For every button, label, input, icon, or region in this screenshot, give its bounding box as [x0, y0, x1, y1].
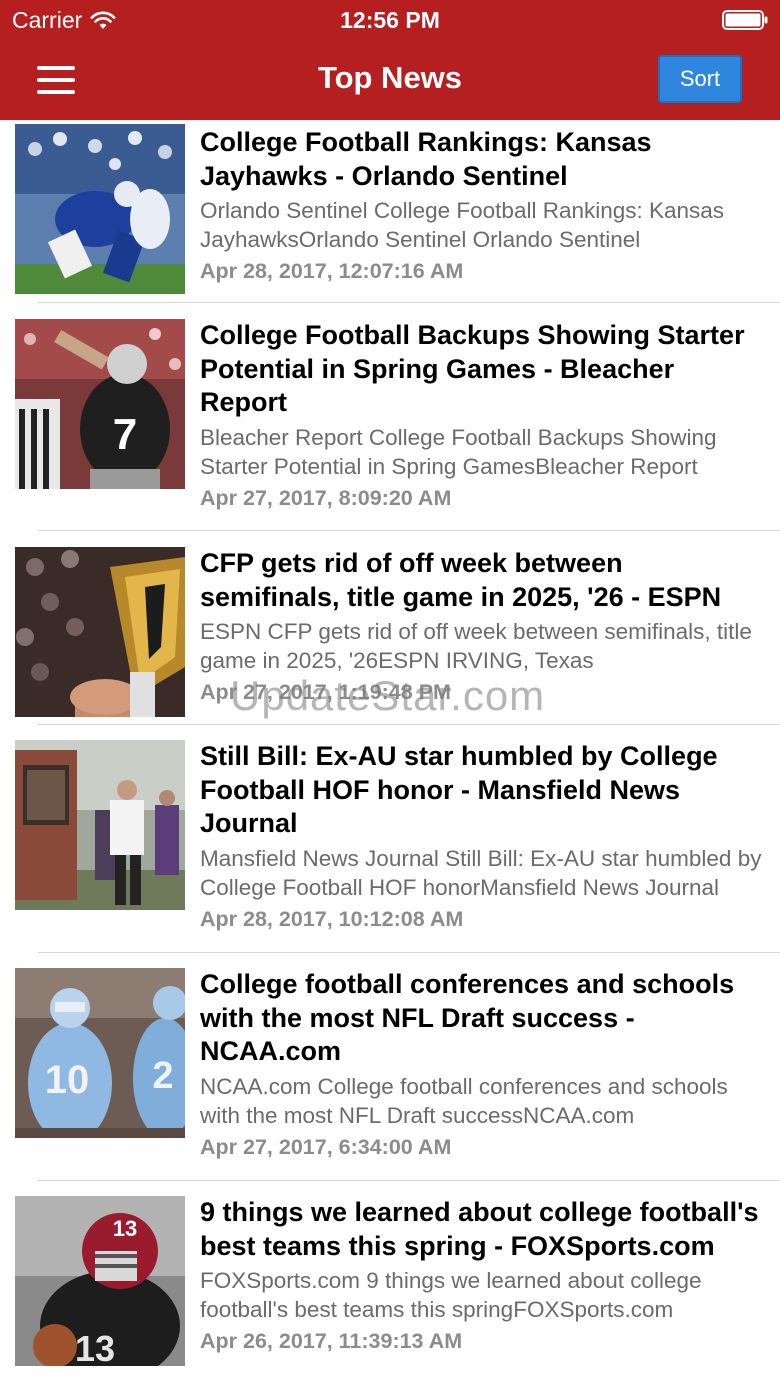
header: Carrier 12:56 PM Top News Sort [0, 0, 780, 120]
article-title[interactable]: 9 things we learned about college footba… [200, 1196, 765, 1263]
article-title[interactable]: College football conferences and schools… [200, 968, 765, 1069]
quarterback-throwing-photo: 7 [15, 319, 185, 489]
ceremony-photo [15, 740, 185, 910]
article-title[interactable]: CFP gets rid of off week between semifin… [200, 547, 765, 614]
football-player-photo [15, 124, 185, 294]
article-title[interactable]: College Football Rankings: Kansas Jayhaw… [200, 126, 765, 193]
article-title[interactable]: College Football Backups Showing Starter… [200, 319, 765, 420]
nav-bar: Top News Sort [0, 40, 780, 120]
article-date: Apr 27, 2017, 8:09:20 AM [200, 486, 452, 511]
article-snippet: Mansfield News Journal Still Bill: Ex-AU… [200, 846, 762, 901]
article-thumbnail[interactable] [15, 547, 185, 717]
article-snippet: ESPN CFP gets rid of off week between se… [200, 619, 752, 674]
article-title[interactable]: Still Bill: Ex-AU star humbled by Colleg… [200, 740, 765, 841]
news-item[interactable]: Still Bill: Ex-AU star humbled by Colleg… [0, 725, 780, 953]
article-content: CFP gets rid of off week between semifin… [200, 547, 765, 706]
status-bar: Carrier 12:56 PM [0, 0, 780, 40]
article-content: College football conferences and schools… [200, 968, 765, 1161]
carolina-players-photo: 10 2 [15, 968, 185, 1138]
app-screen: Carrier 12:56 PM Top News Sort College F… [0, 0, 780, 1387]
news-item[interactable]: 10 2 College football conferences and sc… [0, 953, 780, 1181]
svg-text:10: 10 [45, 1058, 90, 1102]
article-date: Apr 28, 2017, 12:07:16 AM [200, 259, 464, 284]
trophy-photo [15, 547, 185, 717]
article-thumbnail[interactable]: 10 2 [15, 968, 185, 1138]
article-thumbnail[interactable] [15, 740, 185, 910]
article-thumbnail[interactable]: 7 [15, 319, 185, 489]
article-content: College Football Rankings: Kansas Jayhaw… [200, 126, 765, 285]
article-date: Apr 27, 2017, 1:19:48 PM [200, 680, 451, 705]
article-date: Apr 26, 2017, 11:39:13 AM [200, 1329, 463, 1354]
news-item[interactable]: College Football Rankings: Kansas Jayhaw… [0, 120, 780, 303]
svg-text:13: 13 [113, 1216, 137, 1241]
alabama-player-photo: 13 13 [15, 1196, 185, 1366]
news-list: College Football Rankings: Kansas Jayhaw… [0, 120, 780, 1387]
article-content: 9 things we learned about college footba… [200, 1196, 765, 1355]
news-item[interactable]: 13 13 9 things we learned about college … [0, 1181, 780, 1387]
article-snippet: Orlando Sentinel College Football Rankin… [200, 198, 725, 253]
article-snippet: FOXSports.com 9 things we learned about … [200, 1268, 702, 1323]
article-content: College Football Backups Showing Starter… [200, 319, 765, 512]
news-item[interactable]: 7 College Football Backups Showing Start… [0, 303, 780, 531]
sort-button[interactable]: Sort [658, 55, 742, 103]
article-date: Apr 27, 2017, 6:34:00 AM [200, 1135, 452, 1160]
battery-icon [722, 10, 768, 30]
svg-text:2: 2 [152, 1055, 173, 1097]
news-item[interactable]: CFP gets rid of off week between semifin… [0, 531, 780, 725]
svg-text:13: 13 [75, 1328, 115, 1366]
article-snippet: Bleacher Report College Football Backups… [200, 425, 717, 480]
status-time: 12:56 PM [340, 7, 440, 33]
article-thumbnail[interactable] [15, 124, 185, 294]
article-content: Still Bill: Ex-AU star humbled by Colleg… [200, 740, 765, 933]
menu-button[interactable] [26, 52, 86, 108]
hamburger-menu-icon [37, 66, 75, 94]
article-date: Apr 28, 2017, 10:12:08 AM [200, 907, 464, 932]
svg-text:7: 7 [113, 410, 137, 459]
article-thumbnail[interactable]: 13 13 [15, 1196, 185, 1366]
article-snippet: NCAA.com College football conferences an… [200, 1074, 728, 1129]
